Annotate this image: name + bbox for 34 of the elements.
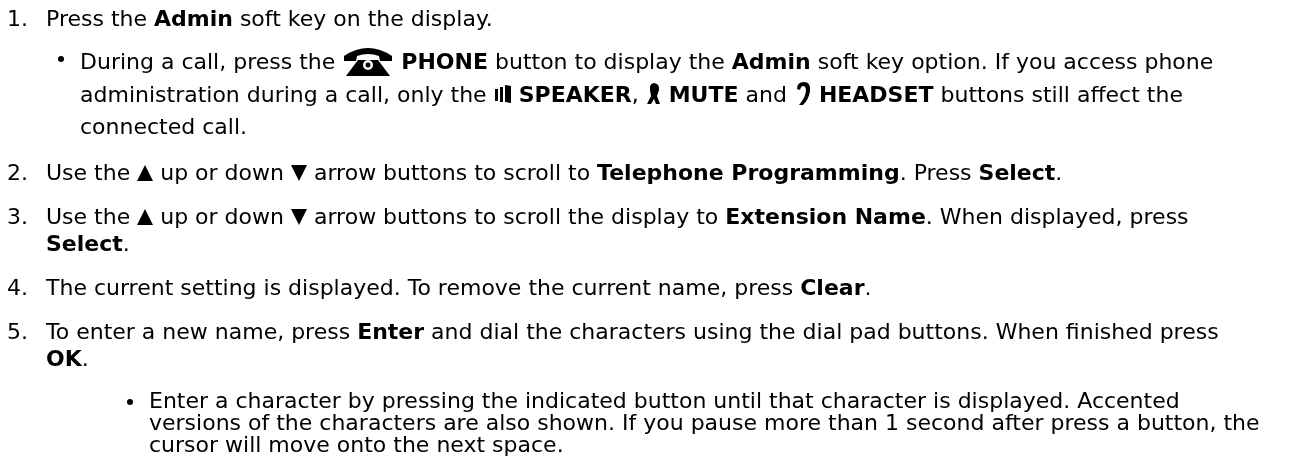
instruction-text: cursor will move onto the next space. xyxy=(149,434,564,456)
instruction-text: Press the Admin soft key on the display. xyxy=(46,5,493,32)
down-triangle-icon xyxy=(290,164,307,181)
instruction-text: To enter a new name, press Enter and dial the characters using the dial pad buttons. When finished press xyxy=(46,318,1219,345)
step-number: 2. xyxy=(7,159,29,186)
speaker-icon xyxy=(493,84,512,104)
instruction-text: up or down xyxy=(160,203,284,230)
instruction-text: HEADSET buttons still affect the xyxy=(818,80,1183,108)
up-triangle-icon xyxy=(137,164,154,181)
instruction-text: Enter a character by pressing the indicated button until that character is displayed. Accented xyxy=(149,390,1180,412)
microphone-icon xyxy=(645,82,662,106)
down-triangle-icon xyxy=(290,208,307,225)
up-triangle-icon xyxy=(137,208,154,225)
bullet-icon xyxy=(127,399,133,405)
step-number: 3. xyxy=(7,203,29,231)
instruction-text: OK. xyxy=(46,345,89,372)
instruction-text: The current setting is displayed. To remove the current name, press Clear. xyxy=(46,274,872,301)
instruction-text: administration during a call, only the xyxy=(80,80,487,108)
instruction-text: up or down xyxy=(160,159,284,186)
instruction-text: PHONE button to display the Admin soft key option. If you access phone xyxy=(401,47,1214,75)
bullet-icon xyxy=(58,56,64,62)
step-number: 4. xyxy=(7,274,29,301)
instruction-text: During a call, press the xyxy=(80,47,336,75)
instruction-text: versions of the characters are also shown. If you pause more than 1 second after press a button, the xyxy=(149,412,1260,434)
instruction-text: arrow buttons to scroll to Telephone Programming. Press Select. xyxy=(313,159,1063,186)
instruction-text: arrow buttons to scroll the display to Extension Name. When displayed, press xyxy=(313,203,1189,230)
instruction-text: Select. xyxy=(46,230,130,257)
instruction-text: Use the xyxy=(46,159,131,186)
step-number: 5. xyxy=(7,318,29,346)
instruction-text: MUTE and xyxy=(668,80,787,108)
instruction-text: connected call. xyxy=(80,112,247,140)
step-number: 1. xyxy=(7,5,29,33)
instruction-text: SPEAKER, xyxy=(518,80,639,108)
instruction-text: Use the xyxy=(46,203,131,230)
